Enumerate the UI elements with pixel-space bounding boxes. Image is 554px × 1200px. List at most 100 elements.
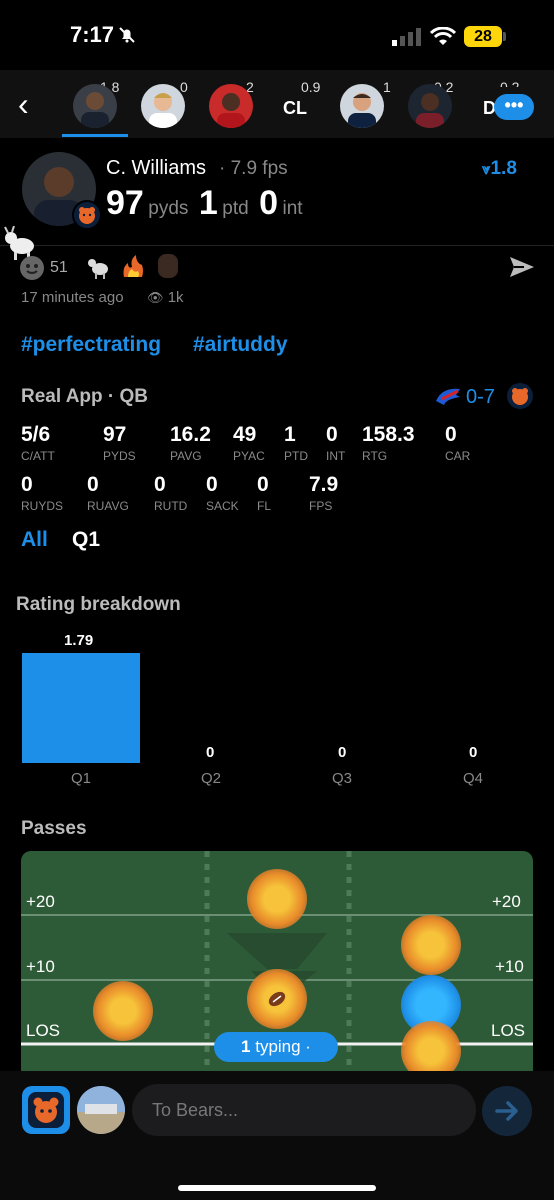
stat-cell: 158.3 RTG <box>362 423 415 463</box>
stat-cell: 0 FL <box>257 473 271 513</box>
bears-logo-icon <box>72 200 102 230</box>
stat-value: 0 <box>257 473 269 496</box>
more-options-button[interactable]: ••• <box>494 94 534 120</box>
fps-text: · 7.9 fps <box>219 158 288 179</box>
stat-value: 0 <box>87 473 99 496</box>
bar-category-label: Q4 <box>463 770 484 787</box>
yard-label-left: +10 <box>26 957 55 976</box>
bills-logo-icon <box>434 385 462 412</box>
passes-heading: Passes <box>21 818 87 839</box>
stat-label: PAVG <box>170 449 202 463</box>
active-tab-indicator <box>62 134 128 137</box>
arrow-right-icon <box>495 1101 518 1121</box>
yard-label-right: +20 <box>492 892 521 911</box>
stat-cell: 7.9 FPS <box>309 473 338 513</box>
pass-heatspot[interactable] <box>93 981 153 1041</box>
game-title: Real App · QB <box>21 386 149 407</box>
player-tab-6[interactable] <box>408 84 452 128</box>
face-emoji-icon[interactable] <box>158 254 178 278</box>
views-count: 1k <box>167 289 184 306</box>
status-time: 7:17 <box>70 22 115 47</box>
bar-value-label: 1.79 <box>64 632 94 649</box>
stat-cell: 0 RUYDS <box>21 473 63 513</box>
stat-label: RTG <box>362 449 388 463</box>
stat-label: RUYDS <box>21 499 64 513</box>
player-tab-williams[interactable] <box>73 84 117 128</box>
player-tab-cl[interactable]: CL <box>283 98 307 119</box>
stat-label: C/ATT <box>21 449 55 463</box>
bar-value-label: 0 <box>206 744 215 761</box>
cellular-signal-icon <box>392 28 422 51</box>
stat-cell: 0 SACK <box>206 473 239 513</box>
filter-q1-tab[interactable]: Q1 <box>72 528 100 552</box>
rating-bar-q1 <box>22 653 140 763</box>
int-value: 0 <box>259 184 279 222</box>
stat-label: PYDS <box>103 449 136 463</box>
player-stat-line: 97 pyds 1 ptd 0 int <box>106 184 303 223</box>
yard-label-right: LOS <box>491 1021 526 1040</box>
player-tab-3[interactable] <box>209 84 253 128</box>
stat-value: 0 <box>206 473 218 496</box>
ptd-value: 1 <box>198 184 218 222</box>
player-tab-5[interactable] <box>340 84 384 128</box>
time-ago: 17 minutes ago <box>21 289 124 306</box>
bears-score-logo-icon <box>507 383 533 409</box>
stat-label: FL <box>257 499 272 513</box>
hashtag-link[interactable]: #airtuddy <box>193 333 288 357</box>
send-button[interactable] <box>482 1086 532 1136</box>
yard-label-left: LOS <box>26 1021 61 1040</box>
reactions-count: 51 <box>50 259 68 276</box>
stat-cell: 5/6 C/ATT <box>21 423 55 463</box>
stat-value: 0 <box>326 423 338 446</box>
bears-team-avatar[interactable] <box>22 1086 70 1134</box>
player-tab-value: 0.9 <box>301 79 321 95</box>
typing-indicator[interactable]: 1 typing · <box>214 1032 338 1062</box>
stat-value: 0 <box>21 473 33 496</box>
yard-label-left: +20 <box>26 892 55 911</box>
stat-label: PTD <box>284 449 308 463</box>
stat-label: PYAC <box>233 449 265 463</box>
stat-value: 16.2 <box>170 423 211 446</box>
stat-cell: 97 PYDS <box>103 423 136 463</box>
bar-category-label: Q2 <box>201 770 222 787</box>
views: 👁 1k <box>147 289 184 306</box>
typing-text: typing · <box>255 1037 311 1056</box>
fire-bow-emoji-icon[interactable] <box>120 253 150 284</box>
stat-value: 97 <box>103 423 127 446</box>
pyds-label: pyds <box>148 198 189 219</box>
share-send-icon[interactable] <box>508 254 536 285</box>
stat-cell: 49 PYAC <box>233 423 265 463</box>
typing-count: 1 <box>241 1037 251 1056</box>
stat-label: RUAVG <box>87 499 129 513</box>
message-placeholder: To Bears... <box>152 1100 239 1120</box>
hashtag-link[interactable]: #perfectrating <box>21 333 161 357</box>
stat-value: 0 <box>154 473 166 496</box>
bar-category-label: Q3 <box>332 770 353 787</box>
divider <box>0 245 554 246</box>
game-score[interactable]: 0-7 <box>466 386 495 409</box>
back-chevron-icon[interactable]: ‹ <box>18 88 29 120</box>
message-input[interactable]: To Bears... <box>132 1084 476 1136</box>
bar-value-label: 0 <box>338 744 347 761</box>
int-label: int <box>282 198 303 219</box>
rating-badge-value: 1.8 <box>490 158 517 179</box>
stat-label: CAR <box>445 449 471 463</box>
player-tab-2[interactable] <box>141 84 185 128</box>
ptd-label: ptd <box>222 198 249 219</box>
stadium-avatar[interactable] <box>77 1086 125 1134</box>
stat-cell: 0 RUAVG <box>87 473 129 513</box>
battery-icon: 28 <box>464 26 502 47</box>
reaction-face-icon[interactable] <box>20 256 44 280</box>
stat-cell: 0 CAR <box>445 423 470 463</box>
stat-value: 49 <box>233 423 257 446</box>
stat-label: INT <box>326 449 346 463</box>
yard-label-right: +10 <box>495 957 524 976</box>
pass-heatspot[interactable] <box>247 869 307 929</box>
rating-badge[interactable]: ⩔1.8 <box>482 158 517 180</box>
pass-heatspot[interactable] <box>401 915 461 975</box>
filter-all-tab[interactable]: All <box>21 528 48 552</box>
stat-value: 0 <box>445 423 457 446</box>
player-name[interactable]: C. Williams <box>106 157 206 180</box>
goat-emoji-icon[interactable] <box>86 255 112 284</box>
bar-value-label: 0 <box>469 744 478 761</box>
